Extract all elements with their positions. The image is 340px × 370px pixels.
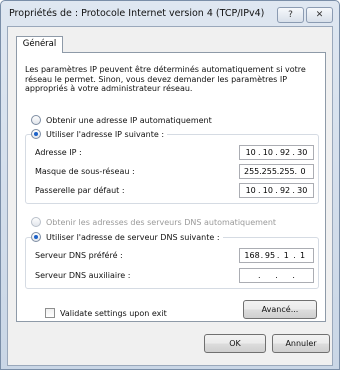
ip-auto-label: Obtenir une adresse IP automatiquement	[46, 115, 212, 125]
dns-preferred-row: Serveur DNS préféré : 168. 95. 1. 1	[35, 248, 314, 263]
cancel-button[interactable]: Annuler	[272, 334, 330, 353]
gateway-label: Passerelle par défaut :	[35, 186, 125, 195]
ip-octet: 255	[261, 167, 277, 176]
ip-octet: 255	[244, 167, 260, 176]
dns-alternate-label: Serveur DNS auxiliaire :	[35, 271, 131, 280]
dns-manual-group: Utiliser l'adresse de serveur DNS suivan…	[25, 231, 319, 289]
validate-label: Validate settings upon exit	[60, 308, 167, 318]
ip-address-label: Adresse IP :	[35, 148, 82, 157]
ip-manual-radio[interactable]	[31, 129, 41, 139]
ip-octet: 10	[245, 186, 256, 195]
ip-manual-option[interactable]: Utiliser l'adresse IP suivante :	[31, 128, 168, 140]
general-panel: Les paramètres IP peuvent être déterminé…	[16, 52, 326, 322]
ip-octet: 92	[279, 148, 291, 157]
ip-octet: 0	[300, 167, 306, 176]
ip-octet: 95	[264, 251, 276, 260]
subnet-mask-label: Masque de sous-réseau :	[35, 167, 135, 176]
ip-octet: 30	[297, 148, 308, 157]
tab-general[interactable]: Général	[16, 36, 63, 53]
dns-alternate-row: Serveur DNS auxiliaire : . . .	[35, 268, 314, 283]
gateway-input[interactable]: 10. 10. 92. 30	[239, 183, 314, 198]
close-button[interactable]: ✕	[306, 7, 333, 23]
dns-manual-radio[interactable]	[31, 232, 41, 242]
ip-auto-option[interactable]: Obtenir une adresse IP automatiquement	[31, 114, 212, 126]
ip-octet: 10	[245, 148, 256, 157]
subnet-mask-input[interactable]: 255. 255. 255. 0	[239, 164, 314, 179]
dns-manual-option[interactable]: Utiliser l'adresse de serveur DNS suivan…	[31, 231, 223, 243]
ip-octet: 1	[299, 251, 306, 260]
ip-auto-radio[interactable]	[31, 115, 41, 125]
dns-preferred-input[interactable]: 168. 95. 1. 1	[239, 248, 314, 263]
intro-text: Les paramètres IP peuvent être déterminé…	[25, 65, 306, 93]
ip-octet: 168	[244, 251, 260, 260]
dns-auto-option[interactable]: Obtenir les adresses des serveurs DNS au…	[31, 216, 276, 228]
ip-address-row: Adresse IP : 10. 10. 92. 30	[35, 145, 314, 160]
dns-preferred-label: Serveur DNS préféré :	[35, 251, 123, 260]
ip-address-input[interactable]: 10. 10. 92. 30	[239, 145, 314, 160]
ip-octet: 255	[279, 167, 295, 176]
title-bar: Propriétés de : Protocole Internet versi…	[1, 1, 339, 27]
ip-octet: 10	[262, 186, 273, 195]
dialog-client-area: Général Les paramètres IP peuvent être d…	[7, 26, 333, 366]
ip-manual-group: Utiliser l'adresse IP suivante : Adresse…	[25, 128, 319, 204]
ip-octet: 10	[262, 148, 273, 157]
gateway-row: Passerelle par défaut : 10. 10. 92. 30	[35, 183, 314, 198]
dns-alternate-input[interactable]: . . .	[239, 268, 314, 283]
ip-octet: 30	[297, 186, 308, 195]
validate-checkbox[interactable]	[45, 308, 55, 318]
ok-button[interactable]: OK	[204, 334, 266, 353]
window-title: Propriétés de : Protocole Internet versi…	[9, 8, 265, 19]
dialog-window: Propriétés de : Protocole Internet versi…	[0, 0, 340, 370]
dns-auto-label: Obtenir les adresses des serveurs DNS au…	[46, 217, 277, 227]
subnet-mask-row: Masque de sous-réseau : 255. 255. 255. 0	[35, 164, 314, 179]
validate-option[interactable]: Validate settings upon exit	[45, 307, 167, 319]
advanced-button[interactable]: Avancé...	[243, 300, 317, 319]
ip-manual-label: Utiliser l'adresse IP suivante :	[46, 129, 165, 139]
ip-octet: 1	[283, 251, 289, 260]
dns-auto-radio[interactable]	[31, 217, 41, 227]
help-button[interactable]: ?	[277, 7, 304, 23]
dns-manual-label: Utiliser l'adresse de serveur DNS suivan…	[46, 232, 220, 242]
ip-octet: 92	[279, 186, 291, 195]
